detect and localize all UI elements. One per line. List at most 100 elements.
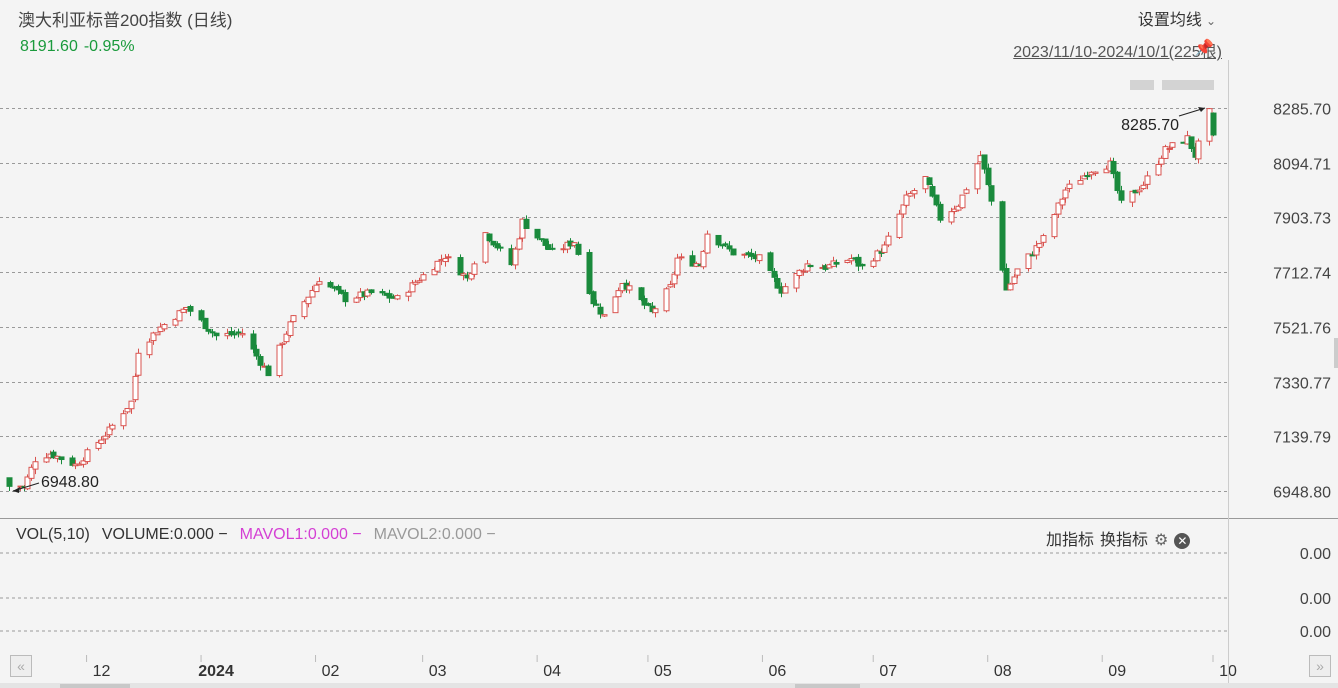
candle[interactable]	[652, 307, 659, 318]
candle[interactable]	[937, 201, 944, 223]
candle-body	[859, 263, 866, 267]
candle[interactable]	[963, 187, 970, 195]
candle[interactable]	[120, 410, 127, 430]
candle-body	[257, 356, 264, 366]
candle-body	[1169, 142, 1176, 148]
candle[interactable]	[974, 162, 981, 194]
candle[interactable]	[885, 232, 892, 248]
candle[interactable]	[276, 344, 283, 378]
scrollbar-thumb[interactable]	[60, 684, 130, 688]
candle[interactable]	[1195, 138, 1202, 164]
candle[interactable]	[855, 254, 862, 272]
close-icon[interactable]: ✕	[1174, 533, 1191, 549]
candle[interactable]	[512, 246, 519, 270]
candle[interactable]	[663, 287, 670, 313]
candle[interactable]	[704, 230, 711, 254]
candle-body	[771, 270, 778, 278]
candle[interactable]	[239, 328, 246, 338]
candle[interactable]	[1007, 282, 1014, 291]
scrollbar-track[interactable]	[0, 683, 1338, 688]
candle-body	[833, 261, 840, 265]
scroll-right-icon[interactable]: »	[1309, 655, 1331, 677]
candle[interactable]	[187, 304, 194, 317]
candle[interactable]	[1210, 112, 1217, 137]
candle[interactable]	[988, 185, 995, 206]
candle[interactable]	[457, 254, 464, 276]
candle[interactable]	[6, 477, 13, 491]
candle[interactable]	[1092, 171, 1099, 177]
candle[interactable]	[290, 315, 297, 323]
candle-body	[549, 247, 556, 250]
candle[interactable]	[154, 332, 161, 336]
candle[interactable]	[442, 254, 449, 267]
candle[interactable]	[756, 254, 763, 264]
candle[interactable]	[926, 177, 933, 186]
candle-body	[486, 233, 493, 242]
candle[interactable]	[58, 456, 65, 465]
candle[interactable]	[265, 364, 272, 377]
candle-body	[416, 280, 423, 283]
add-indicator-button[interactable]: 加指标	[1046, 532, 1094, 549]
candle[interactable]	[420, 272, 427, 281]
candle[interactable]	[257, 354, 264, 371]
candle[interactable]	[84, 447, 91, 465]
switch-indicator-button[interactable]: 换指标	[1100, 532, 1148, 549]
scrollbar-thumb[interactable]	[795, 684, 860, 688]
candle[interactable]	[874, 249, 881, 262]
candle[interactable]	[124, 407, 131, 414]
candle-body	[43, 457, 50, 463]
candle[interactable]	[999, 200, 1006, 272]
candle[interactable]	[830, 256, 837, 267]
max-annotation: 8285.70	[1121, 117, 1179, 134]
candle-body	[146, 341, 153, 356]
candle[interactable]	[1162, 144, 1169, 159]
candle-body	[135, 352, 142, 376]
candle[interactable]	[612, 296, 619, 314]
y-tick-label: 7712.74	[1273, 266, 1331, 283]
candle[interactable]	[586, 249, 593, 295]
candle[interactable]	[730, 248, 737, 256]
candle[interactable]	[213, 332, 220, 341]
scroll-left-icon[interactable]: «	[10, 655, 32, 677]
candle-body	[674, 257, 681, 276]
candle[interactable]	[394, 294, 401, 301]
candle[interactable]	[434, 260, 441, 273]
candle[interactable]	[516, 236, 523, 251]
candle[interactable]	[1011, 274, 1018, 285]
candle-body	[205, 328, 212, 332]
candle[interactable]	[959, 194, 966, 209]
candle[interactable]	[1051, 213, 1058, 239]
gear-icon[interactable]: ⚙	[1154, 530, 1168, 550]
resize-handle[interactable]	[1334, 338, 1338, 368]
candle-body	[6, 477, 13, 487]
candle[interactable]	[911, 188, 918, 199]
candle[interactable]	[235, 328, 242, 338]
candle-body	[948, 211, 955, 223]
candle[interactable]	[146, 338, 153, 359]
candle-body	[471, 263, 478, 275]
candle[interactable]	[1025, 253, 1032, 272]
candle-body	[231, 333, 238, 336]
candle-body	[420, 274, 427, 281]
candle-body	[911, 190, 918, 195]
candle[interactable]	[767, 251, 774, 272]
candle-body	[1007, 283, 1014, 291]
candle[interactable]	[132, 373, 139, 403]
candle-body	[678, 256, 685, 259]
candle[interactable]	[202, 317, 209, 330]
candle-body	[32, 461, 39, 470]
candle-body	[287, 321, 294, 336]
candle[interactable]	[471, 261, 478, 278]
candle[interactable]	[316, 277, 323, 285]
candle[interactable]	[135, 348, 142, 377]
candle[interactable]	[342, 289, 349, 307]
candle[interactable]	[1129, 190, 1136, 207]
candle-body	[590, 291, 597, 305]
candle[interactable]	[782, 283, 789, 294]
candle-body	[394, 295, 401, 300]
candle-body	[457, 257, 464, 276]
candle-body	[1077, 180, 1084, 185]
candle[interactable]	[1114, 170, 1121, 194]
candle[interactable]	[287, 320, 294, 338]
candle[interactable]	[601, 314, 608, 317]
